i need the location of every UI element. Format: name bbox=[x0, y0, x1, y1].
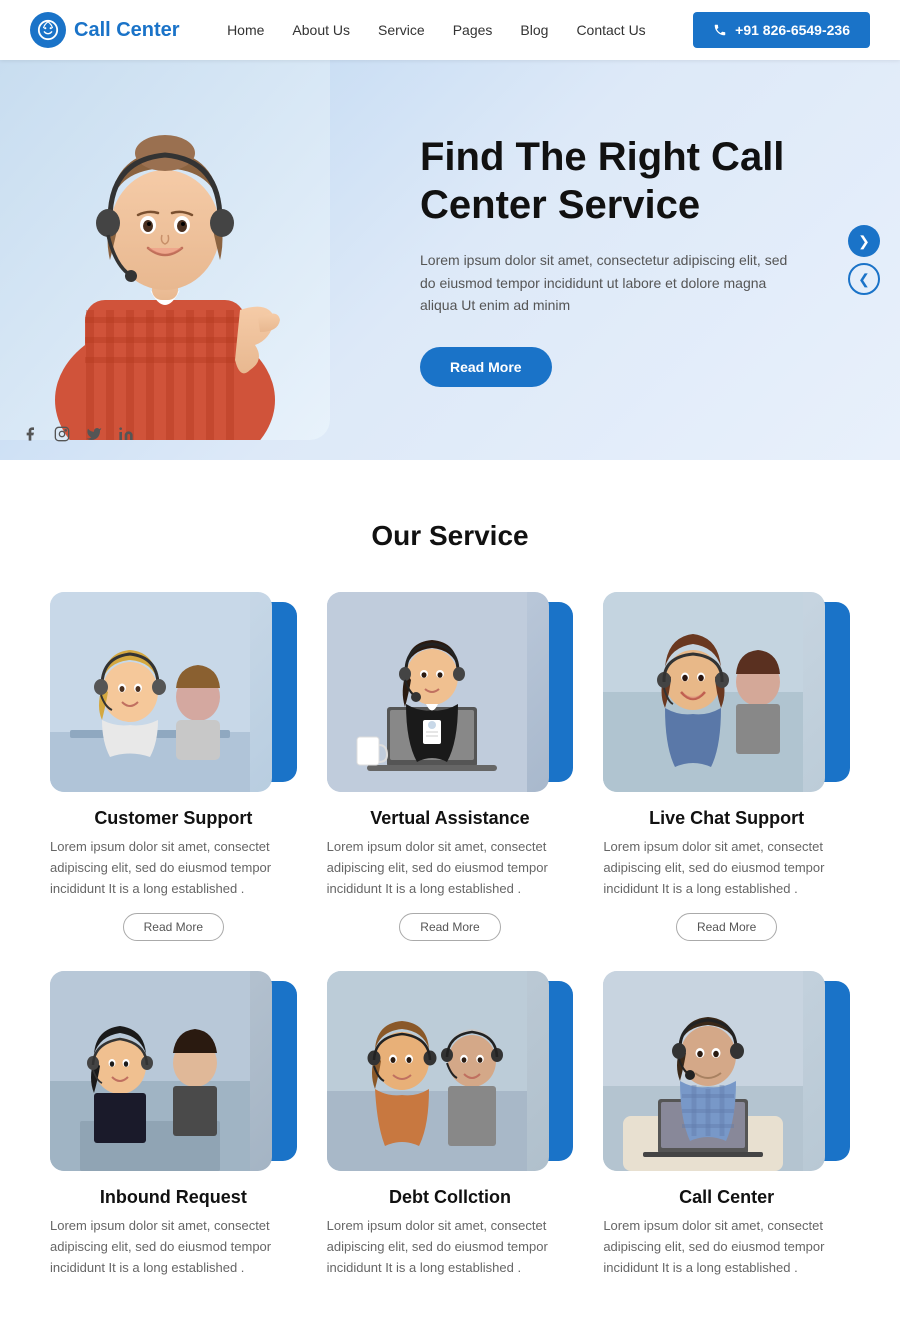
service-card-2: Vertual Assistance Lorem ipsum dolor sit… bbox=[327, 592, 574, 941]
service-image-container-2 bbox=[327, 592, 574, 792]
hero-section: Find The Right Call Center Service Lorem… bbox=[0, 60, 900, 460]
facebook-icon[interactable] bbox=[20, 424, 40, 444]
service-image-2 bbox=[327, 592, 549, 792]
service-2-desc: Lorem ipsum dolor sit amet, consectet ad… bbox=[327, 837, 574, 899]
linkedin-icon[interactable] bbox=[116, 424, 136, 444]
service-1-title: Customer Support bbox=[50, 808, 297, 829]
phone-button[interactable]: +91 826-6549-236 bbox=[693, 12, 870, 48]
service-5-desc: Lorem ipsum dolor sit amet, consectet ad… bbox=[327, 1216, 574, 1278]
service-image-container-6 bbox=[603, 971, 850, 1171]
service-4-desc: Lorem ipsum dolor sit amet, consectet ad… bbox=[50, 1216, 297, 1278]
service-card-4: Inbound Request Lorem ipsum dolor sit am… bbox=[50, 971, 297, 1292]
service-1-desc: Lorem ipsum dolor sit amet, consectet ad… bbox=[50, 837, 297, 899]
services-grid-bottom: Inbound Request Lorem ipsum dolor sit am… bbox=[50, 971, 850, 1292]
service-image-1 bbox=[50, 592, 272, 792]
services-section: Our Service bbox=[0, 460, 900, 1333]
hero-image-wrapper bbox=[0, 60, 330, 440]
service-6-desc: Lorem ipsum dolor sit amet, consectet ad… bbox=[603, 1216, 850, 1278]
service-6-title: Call Center bbox=[603, 1187, 850, 1208]
hero-title: Find The Right Call Center Service bbox=[420, 133, 840, 229]
service-card-5: Debt Collction Lorem ipsum dolor sit ame… bbox=[327, 971, 574, 1292]
hero-description: Lorem ipsum dolor sit amet, consectetur … bbox=[420, 249, 800, 316]
service-2-title: Vertual Assistance bbox=[327, 808, 574, 829]
hero-image bbox=[0, 60, 330, 440]
hero-arrows: ❯ ❮ bbox=[848, 225, 880, 295]
nav-home[interactable]: Home bbox=[227, 22, 264, 38]
social-icons bbox=[20, 424, 136, 444]
service-card-1: Customer Support Lorem ipsum dolor sit a… bbox=[50, 592, 297, 941]
service-card-3: Live Chat Support Lorem ipsum dolor sit … bbox=[603, 592, 850, 941]
nav-blog[interactable]: Blog bbox=[520, 22, 548, 38]
service-image-4 bbox=[50, 971, 272, 1171]
phone-icon bbox=[713, 23, 727, 37]
next-arrow-button[interactable]: ❯ bbox=[848, 225, 880, 257]
logo-text: Call Center bbox=[74, 19, 180, 42]
prev-arrow-button[interactable]: ❮ bbox=[848, 263, 880, 295]
hero-person-svg bbox=[0, 60, 330, 440]
instagram-icon[interactable] bbox=[52, 424, 72, 444]
service-image-container-3 bbox=[603, 592, 850, 792]
services-grid-top: Customer Support Lorem ipsum dolor sit a… bbox=[50, 592, 850, 941]
service-2-read-more[interactable]: Read More bbox=[399, 913, 500, 941]
service-image-3 bbox=[603, 592, 825, 792]
service-image-container-5 bbox=[327, 971, 574, 1171]
main-nav: Home About Us Service Pages Blog Contact… bbox=[227, 22, 646, 38]
nav-contact[interactable]: Contact Us bbox=[576, 22, 645, 38]
service-3-title: Live Chat Support bbox=[603, 808, 850, 829]
service-5-title: Debt Collction bbox=[327, 1187, 574, 1208]
hero-read-more-button[interactable]: Read More bbox=[420, 347, 552, 387]
service-3-desc: Lorem ipsum dolor sit amet, consectet ad… bbox=[603, 837, 850, 899]
service-3-read-more[interactable]: Read More bbox=[676, 913, 777, 941]
twitter-icon[interactable] bbox=[84, 424, 104, 444]
nav-pages[interactable]: Pages bbox=[453, 22, 493, 38]
service-4-title: Inbound Request bbox=[50, 1187, 297, 1208]
logo-icon bbox=[30, 12, 66, 48]
service-card-6: Call Center Lorem ipsum dolor sit amet, … bbox=[603, 971, 850, 1292]
logo[interactable]: Call Center bbox=[30, 12, 180, 48]
service-1-read-more[interactable]: Read More bbox=[123, 913, 224, 941]
nav-about[interactable]: About Us bbox=[292, 22, 350, 38]
service-image-container-4 bbox=[50, 971, 297, 1171]
hero-content: Find The Right Call Center Service Lorem… bbox=[380, 60, 900, 460]
site-header: Call Center Home About Us Service Pages … bbox=[0, 0, 900, 60]
nav-service[interactable]: Service bbox=[378, 22, 425, 38]
service-image-5 bbox=[327, 971, 549, 1171]
service-image-container-1 bbox=[50, 592, 297, 792]
phone-number: +91 826-6549-236 bbox=[735, 22, 850, 38]
hero-image-area bbox=[0, 60, 380, 460]
services-title: Our Service bbox=[50, 520, 850, 552]
service-image-6 bbox=[603, 971, 825, 1171]
